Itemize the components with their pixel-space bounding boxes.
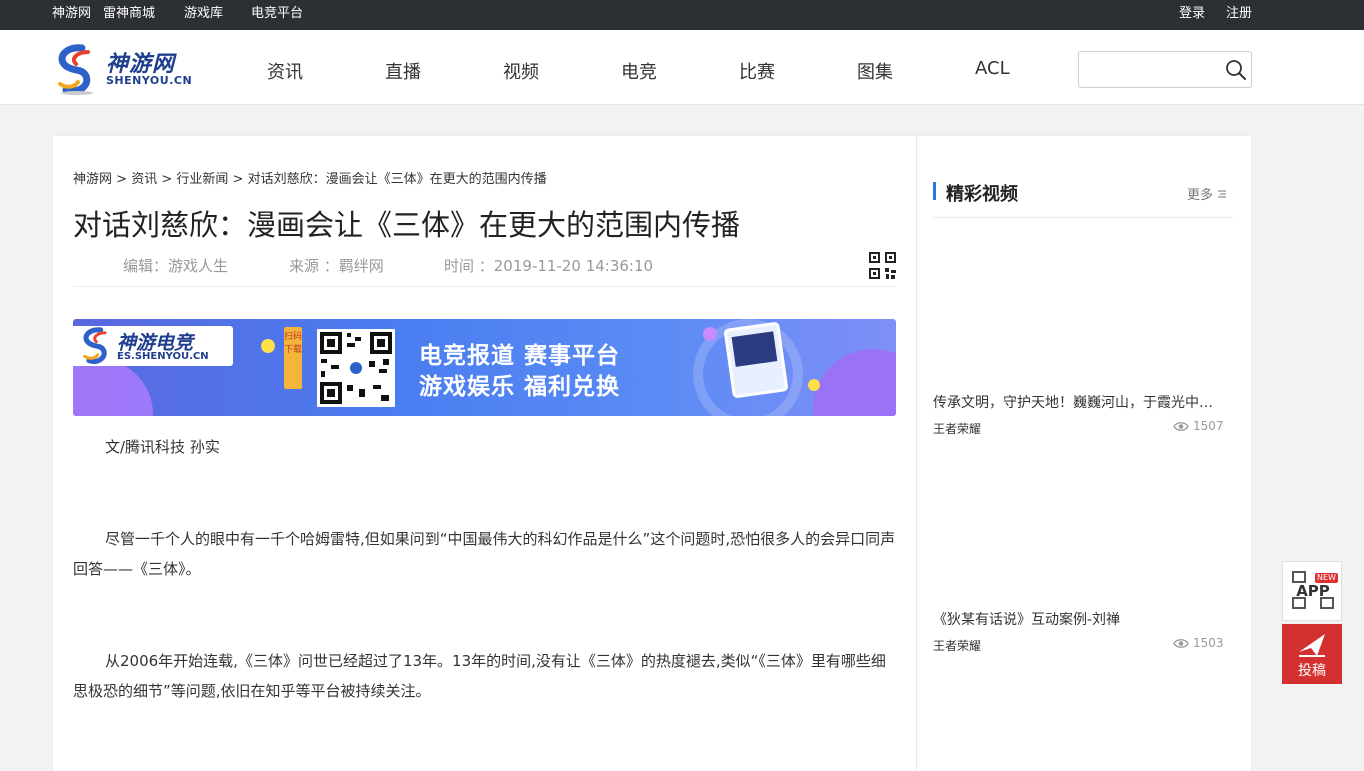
article-time: 时间 ：2019-11-20 14:36:10	[444, 257, 654, 275]
logo-domain: SHENYOU.CN	[106, 74, 193, 87]
sidebar-more-link[interactable]: 更多	[1187, 184, 1227, 203]
search-icon[interactable]	[1225, 59, 1247, 81]
banner-decor-blob	[73, 359, 153, 416]
breadcrumb-news[interactable]: 资讯	[131, 172, 157, 187]
banner-logo-swirl-icon	[83, 327, 107, 364]
banner-decor-dot	[808, 379, 820, 391]
site-header: 神游网 SHENYOU.CN 资讯 直播 视频 电竞 比赛 图集 ACL	[0, 30, 1364, 105]
article-paragraph: 从2006年开始连载,《三体》问世已经超过了13年。13年的时间,没有让《三体》…	[73, 652, 886, 700]
topbar-link-shenyou[interactable]: 神游网	[52, 0, 91, 27]
topbar-link-gamelib[interactable]: 游戏库	[184, 0, 223, 27]
banner-slogan-2: 游戏娱乐 福利兑换	[419, 374, 621, 400]
video-views-count: 1507	[1193, 419, 1224, 433]
content-card: 神游网 > 资讯 > 行业新闻 > 对话刘慈欣：漫画会让《三体》在更大的范围内传…	[52, 135, 1252, 771]
nav-live[interactable]: 直播	[385, 58, 421, 84]
send-icon	[1299, 634, 1325, 657]
nav-match[interactable]: 比赛	[739, 58, 775, 84]
sidebar-divider	[933, 217, 1233, 218]
video-title[interactable]: 传承文明，守护天地！巍巍河山，于霞光中…	[933, 392, 1233, 412]
eye-icon	[1173, 639, 1189, 648]
video-views: 1507	[1173, 419, 1224, 433]
app-label: APP	[1296, 582, 1330, 600]
video-views: 1503	[1173, 636, 1224, 650]
banner-decor-blob	[813, 349, 896, 416]
article-paragraph-byline: 文/腾讯科技 孙实	[105, 438, 220, 456]
submit-post-button[interactable]: 投稿	[1282, 624, 1342, 684]
sidebar-more-label: 更多	[1187, 188, 1214, 203]
topbar-link-mall[interactable]: 雷神商城	[103, 0, 155, 27]
nav-gallery[interactable]: 图集	[857, 58, 893, 84]
breadcrumb-home[interactable]: 神游网	[73, 172, 112, 187]
article-paragraph: 尽管一千个人的眼中有一千个哈姆雷特,但如果问到“中国最伟大的科幻作品是什么”这个…	[73, 530, 896, 578]
article-title: 对话刘慈欣：漫画会让《三体》在更大的范围内传播	[73, 208, 741, 242]
sidebar-title: 精彩视频	[946, 184, 1018, 205]
search-input[interactable]	[1085, 57, 1215, 82]
eye-icon	[1173, 422, 1189, 431]
banner-logo-domain: ES.SHENYOU.CN	[117, 351, 209, 362]
video-title[interactable]: 《狄某有话说》互动案例-刘禅	[933, 609, 1233, 629]
breadcrumb-industry[interactable]: 行业新闻	[176, 172, 228, 187]
top-bar: 神游网 雷神商城 游戏库 电竞平台 登录 注册	[0, 0, 1364, 30]
video-tag[interactable]: 王者荣耀	[933, 420, 981, 437]
meta-divider	[73, 286, 896, 287]
video-views-count: 1503	[1193, 636, 1224, 650]
video-tag[interactable]: 王者荣耀	[933, 637, 981, 654]
breadcrumb: 神游网 > 资讯 > 行业新闻 > 对话刘慈欣：漫画会让《三体》在更大的范围内传…	[73, 172, 547, 187]
qrcode-icon[interactable]	[869, 252, 896, 279]
banner-slogan-1: 电竞报道 赛事平台	[419, 343, 621, 369]
topbar-link-esports[interactable]: 电竞平台	[251, 0, 303, 27]
banner-scan-label: 扫码下载	[284, 327, 302, 389]
site-logo[interactable]: 神游网 SHENYOU.CN	[52, 44, 202, 95]
nav-video[interactable]: 视频	[503, 58, 539, 84]
sidebar-accent-bar	[933, 182, 936, 200]
post-label: 投稿	[1298, 663, 1326, 679]
nav-acl[interactable]: ACL	[975, 58, 1010, 79]
search-box	[1078, 51, 1252, 88]
banner-decor-dot	[703, 327, 717, 341]
esports-banner[interactable]: 神游电竞 ES.SHENYOU.CN 扫码下载 电竞报道 赛事平台 游戏娱乐 福…	[73, 319, 896, 416]
register-link[interactable]: 注册	[1226, 0, 1252, 27]
list-icon	[1218, 190, 1227, 198]
banner-decor-dot	[261, 339, 275, 353]
logo-swirl-icon	[58, 44, 93, 95]
article-editor: 编辑：游戏人生	[123, 257, 229, 275]
breadcrumb-current: 对话刘慈欣：漫画会让《三体》在更大的范围内传播	[247, 172, 547, 187]
banner-phone-illustration	[723, 321, 789, 399]
login-link[interactable]: 登录	[1179, 0, 1205, 27]
banner-qrcode-icon	[317, 329, 395, 407]
app-download-button[interactable]: NEW APP	[1282, 561, 1342, 621]
banner-logo: 神游电竞 ES.SHENYOU.CN	[73, 326, 233, 366]
article-source: 来源 ：羁绊网	[289, 257, 384, 275]
nav-esports[interactable]: 电竞	[621, 58, 657, 84]
column-divider	[916, 136, 917, 771]
nav-news[interactable]: 资讯	[267, 58, 303, 84]
